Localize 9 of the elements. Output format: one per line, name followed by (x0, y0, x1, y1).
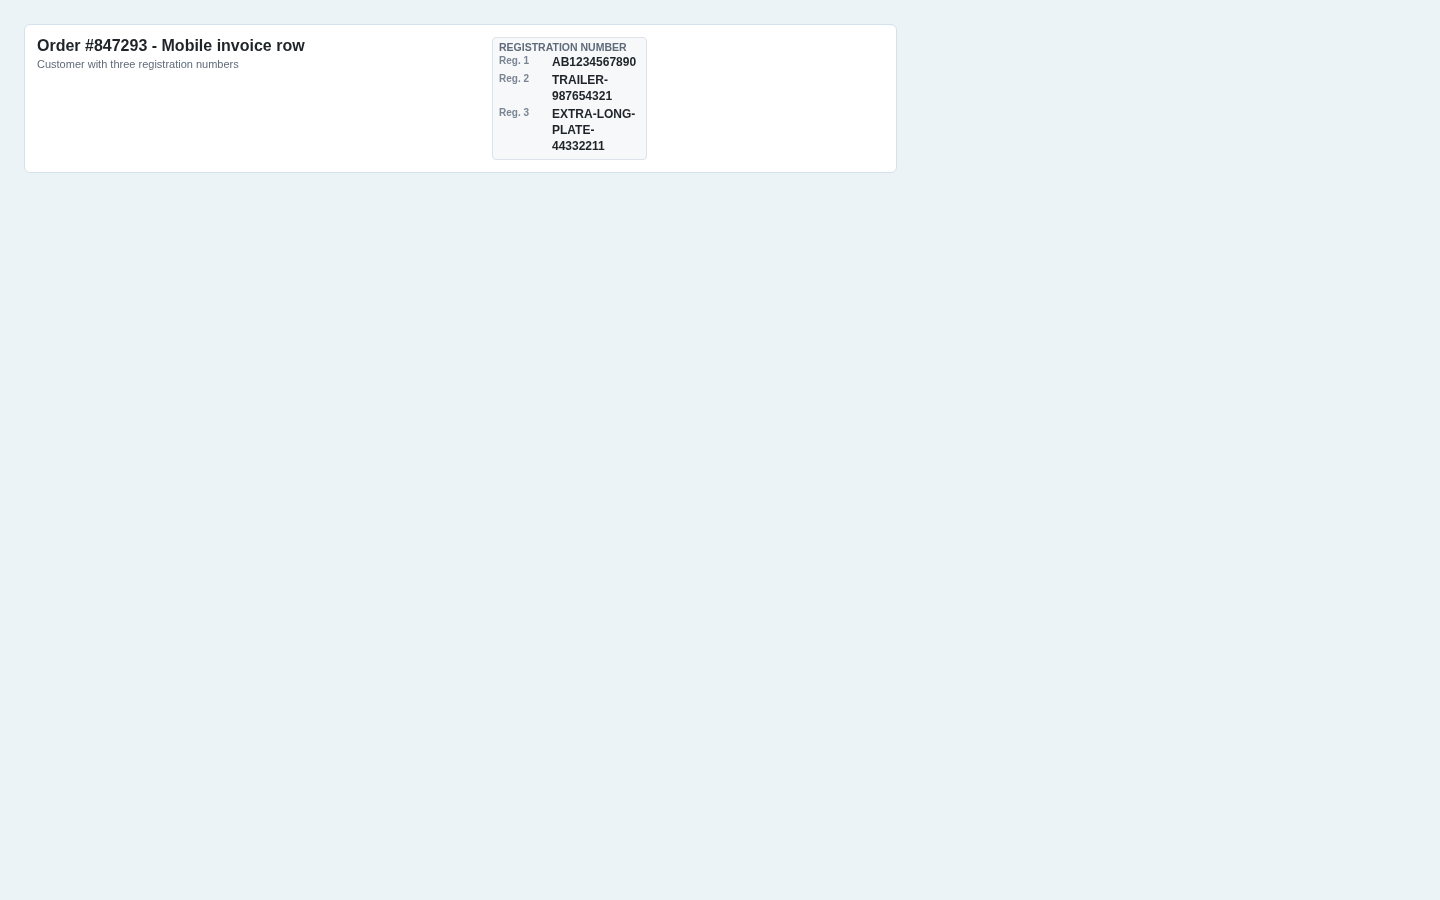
order-subtitle: Customer with three registration numbers (37, 57, 240, 71)
registration-value: TRAILER-987654321 (552, 72, 614, 104)
registration-value: AB1234567890 (552, 54, 638, 70)
registration-label: Reg. 1 (499, 54, 530, 68)
registration-heading: REGISTRATION NUMBER (499, 41, 628, 54)
order-title: Order #847293 - Mobile invoice row (37, 37, 306, 55)
registration-label: Reg. 3 (499, 106, 530, 120)
registration-label: Reg. 2 (499, 72, 530, 86)
registration-value: EXTRA-LONG-PLATE-44332211 (552, 106, 637, 154)
